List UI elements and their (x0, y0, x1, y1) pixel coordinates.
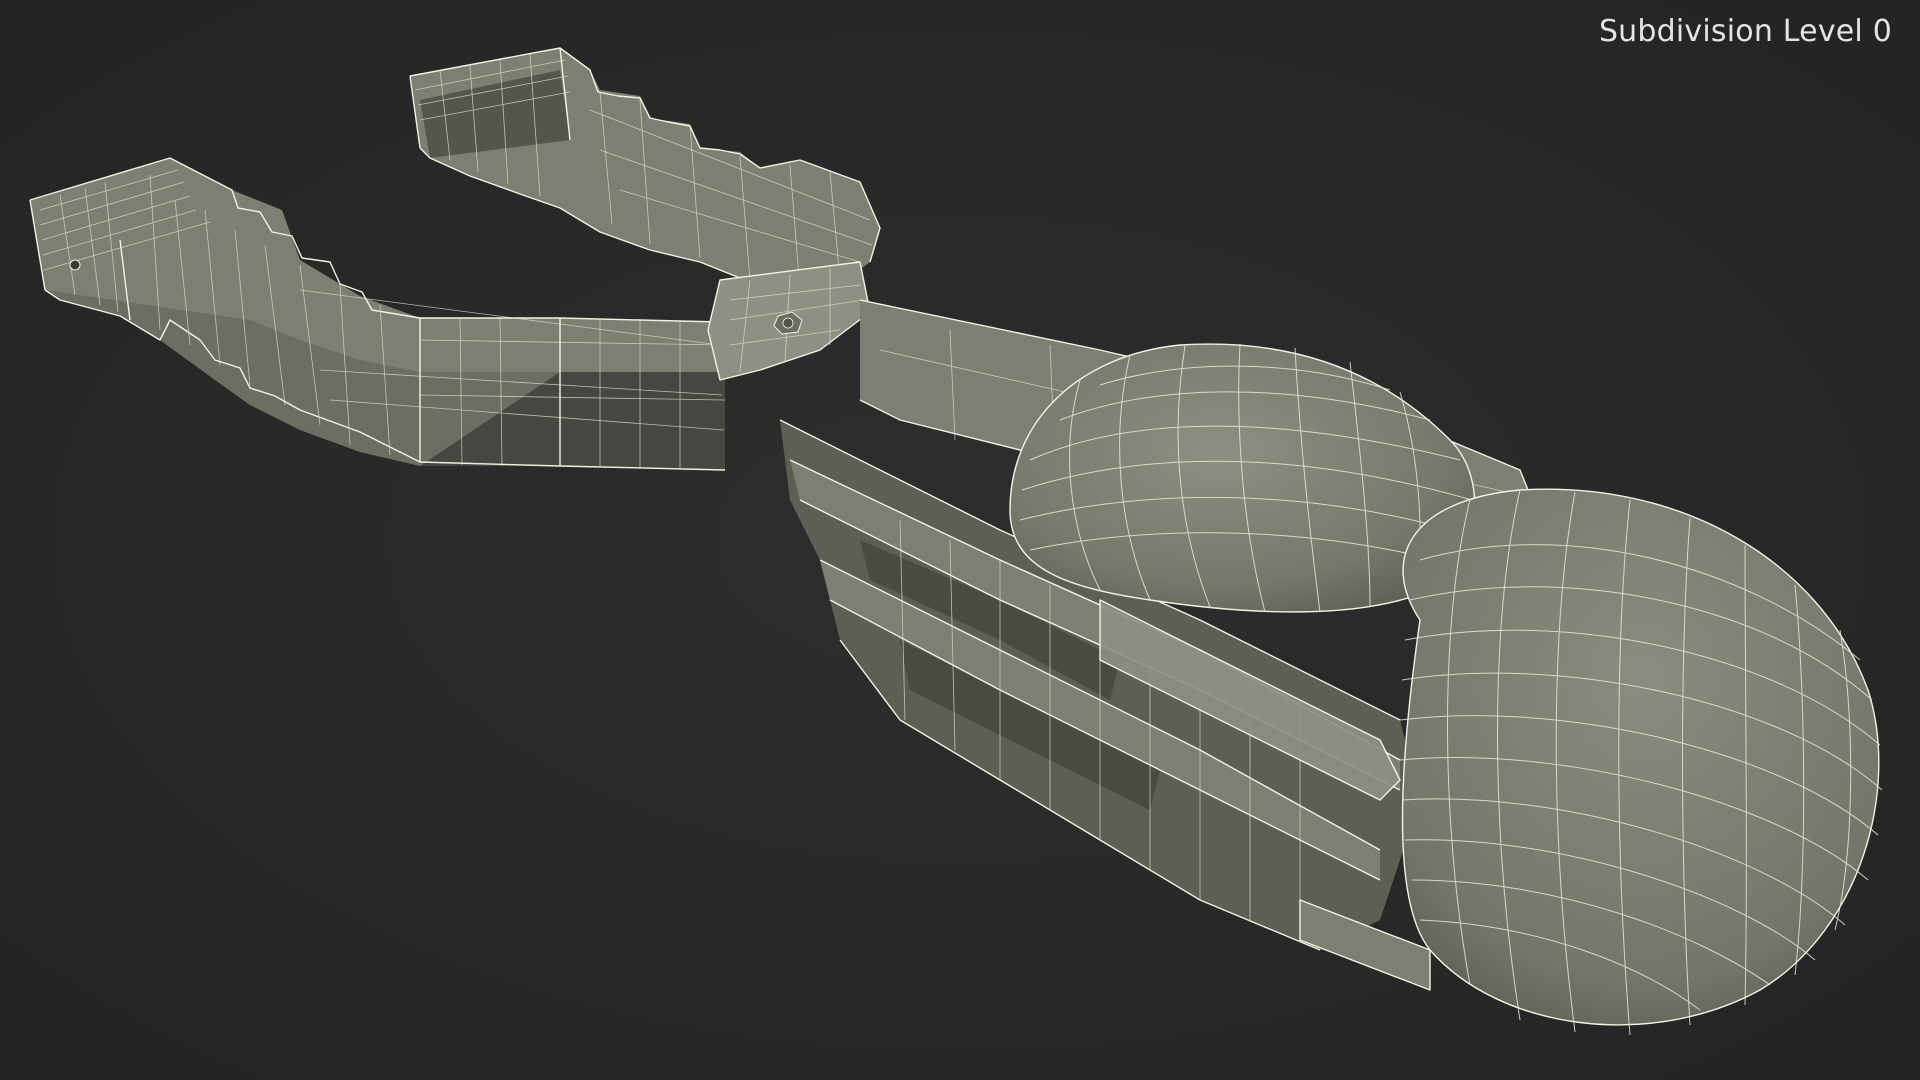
3d-viewport: Subdivision Level 0 (0, 0, 1920, 1080)
pivot-joint (707, 261, 871, 381)
wireframe-clamp-model (29, 47, 1883, 1036)
right-arm (409, 47, 881, 301)
subdivision-level-label: Subdivision Level 0 (1598, 14, 1892, 49)
main-grip-bulb (1399, 488, 1883, 1036)
